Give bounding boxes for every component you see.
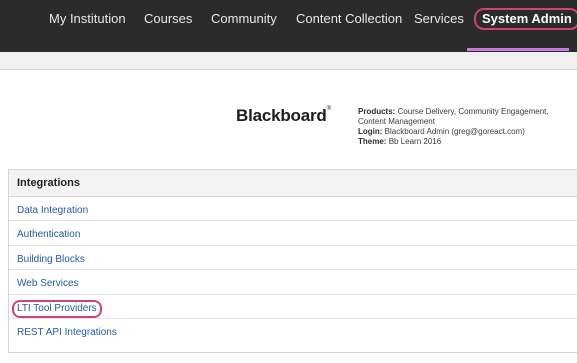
login-row: Login: Blackboard Admin (greg@goreact.co… — [358, 127, 577, 137]
nav-tab-services[interactable]: Services — [414, 0, 464, 52]
nav-tab-my-institution[interactable]: My Institution — [49, 0, 126, 52]
integrations-header: Integrations — [9, 170, 577, 197]
login-value: Blackboard Admin (greg@goreact.com) — [384, 127, 525, 136]
brand-name: Blackboard — [236, 106, 327, 125]
active-tab-underline — [467, 48, 569, 51]
registered-mark: ® — [326, 106, 331, 112]
products-label: Products: — [358, 107, 396, 116]
building-blocks-link[interactable]: Building Blocks — [17, 254, 85, 265]
sub-header-bar — [0, 52, 577, 70]
list-item: LTI Tool Providers — [9, 295, 577, 319]
integrations-panel: Integrations Data Integration Authentica… — [8, 169, 577, 353]
theme-label: Theme: — [358, 137, 387, 146]
top-navigation-bar: My Institution Courses Community Content… — [0, 0, 577, 52]
system-info: Products: Course Delivery, Community Eng… — [358, 107, 577, 147]
theme-value: Bb Learn 2016 — [388, 137, 442, 146]
nav-tab-system-admin-label: System Admin — [474, 8, 577, 30]
data-integration-link[interactable]: Data Integration — [17, 205, 88, 216]
list-item: Building Blocks — [9, 246, 577, 271]
nav-tab-courses[interactable]: Courses — [144, 0, 192, 52]
lti-tool-providers-link[interactable]: LTI Tool Providers — [12, 299, 102, 318]
rest-api-integrations-link[interactable]: REST API Integrations — [17, 327, 117, 338]
nav-tab-content-collection[interactable]: Content Collection — [296, 0, 402, 52]
blackboard-logo: Blackboard® — [236, 106, 331, 126]
nav-tab-community[interactable]: Community — [211, 0, 277, 52]
theme-row: Theme: Bb Learn 2016 — [358, 137, 577, 147]
nav-tab-system-admin[interactable]: System Admin — [474, 0, 577, 52]
list-item: Web Services — [9, 270, 577, 295]
list-item: REST API Integrations — [9, 319, 577, 343]
list-item: Authentication — [9, 221, 577, 246]
authentication-link[interactable]: Authentication — [17, 229, 80, 240]
products-row: Products: Course Delivery, Community Eng… — [358, 107, 577, 127]
list-item: Data Integration — [9, 197, 577, 222]
login-label: Login: — [358, 127, 383, 136]
web-services-link[interactable]: Web Services — [17, 278, 79, 289]
